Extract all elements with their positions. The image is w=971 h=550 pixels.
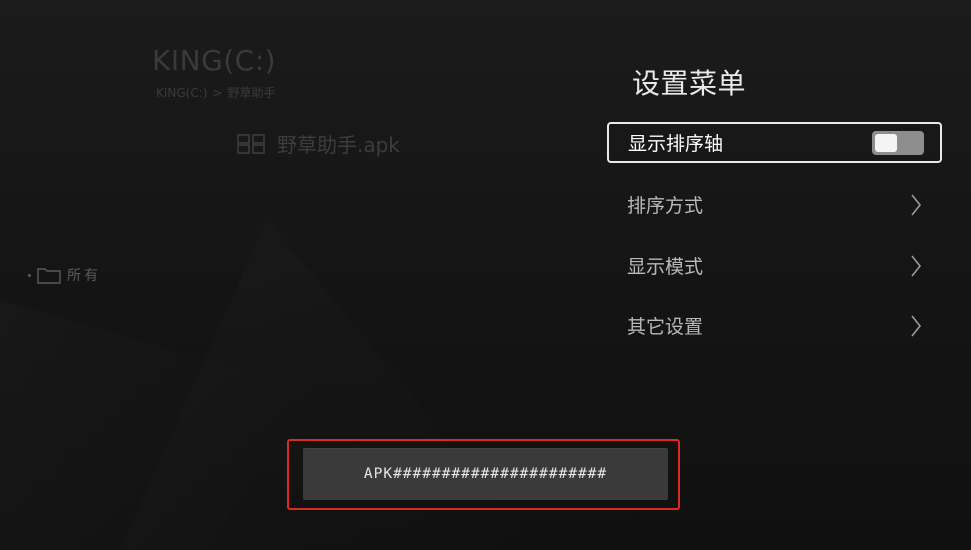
menu-item-other-settings[interactable]: 其它设置 xyxy=(607,305,942,346)
breadcrumb-current: 野草助手 xyxy=(227,86,276,100)
file-manager-screen: KING(C:) KING(C:) > 野草助手 野草助手.apk 所有 设置菜… xyxy=(0,0,971,550)
menu-item-label: 显示排序轴 xyxy=(628,133,724,155)
menu-item-sort-method[interactable]: 排序方式 xyxy=(607,184,942,225)
breadcrumb: KING(C:) > 野草助手 xyxy=(156,84,276,101)
folder-icon xyxy=(37,266,61,284)
settings-menu-title: 设置菜单 xyxy=(632,67,747,100)
bullet-dot xyxy=(28,273,31,277)
menu-item-display-mode[interactable]: 显示模式 xyxy=(607,245,942,286)
file-name: 野草助手.apk xyxy=(277,133,400,157)
file-list-item[interactable]: 野草助手.apk xyxy=(237,129,400,158)
menu-item-label: 排序方式 xyxy=(627,195,704,217)
menu-item-show-sort-axis[interactable]: 显示排序轴 xyxy=(607,122,942,163)
grid-icon xyxy=(237,133,265,154)
chevron-right-icon xyxy=(910,193,922,217)
breadcrumb-separator: > xyxy=(212,85,223,100)
toggle-knob xyxy=(875,133,897,152)
apk-install-button[interactable]: APK###################### xyxy=(303,448,668,500)
sidebar-item-all[interactable]: 所有 xyxy=(28,265,101,285)
page-title: KING(C:) xyxy=(152,44,277,77)
breadcrumb-root: KING(C:) xyxy=(156,85,208,100)
menu-item-label: 显示模式 xyxy=(627,256,704,278)
chevron-right-icon xyxy=(910,254,922,278)
sidebar-item-label: 所有 xyxy=(67,268,101,284)
chevron-right-icon xyxy=(910,314,922,338)
background-shape xyxy=(0,300,300,550)
sort-axis-toggle[interactable] xyxy=(872,130,924,155)
menu-item-label: 其它设置 xyxy=(627,316,704,338)
